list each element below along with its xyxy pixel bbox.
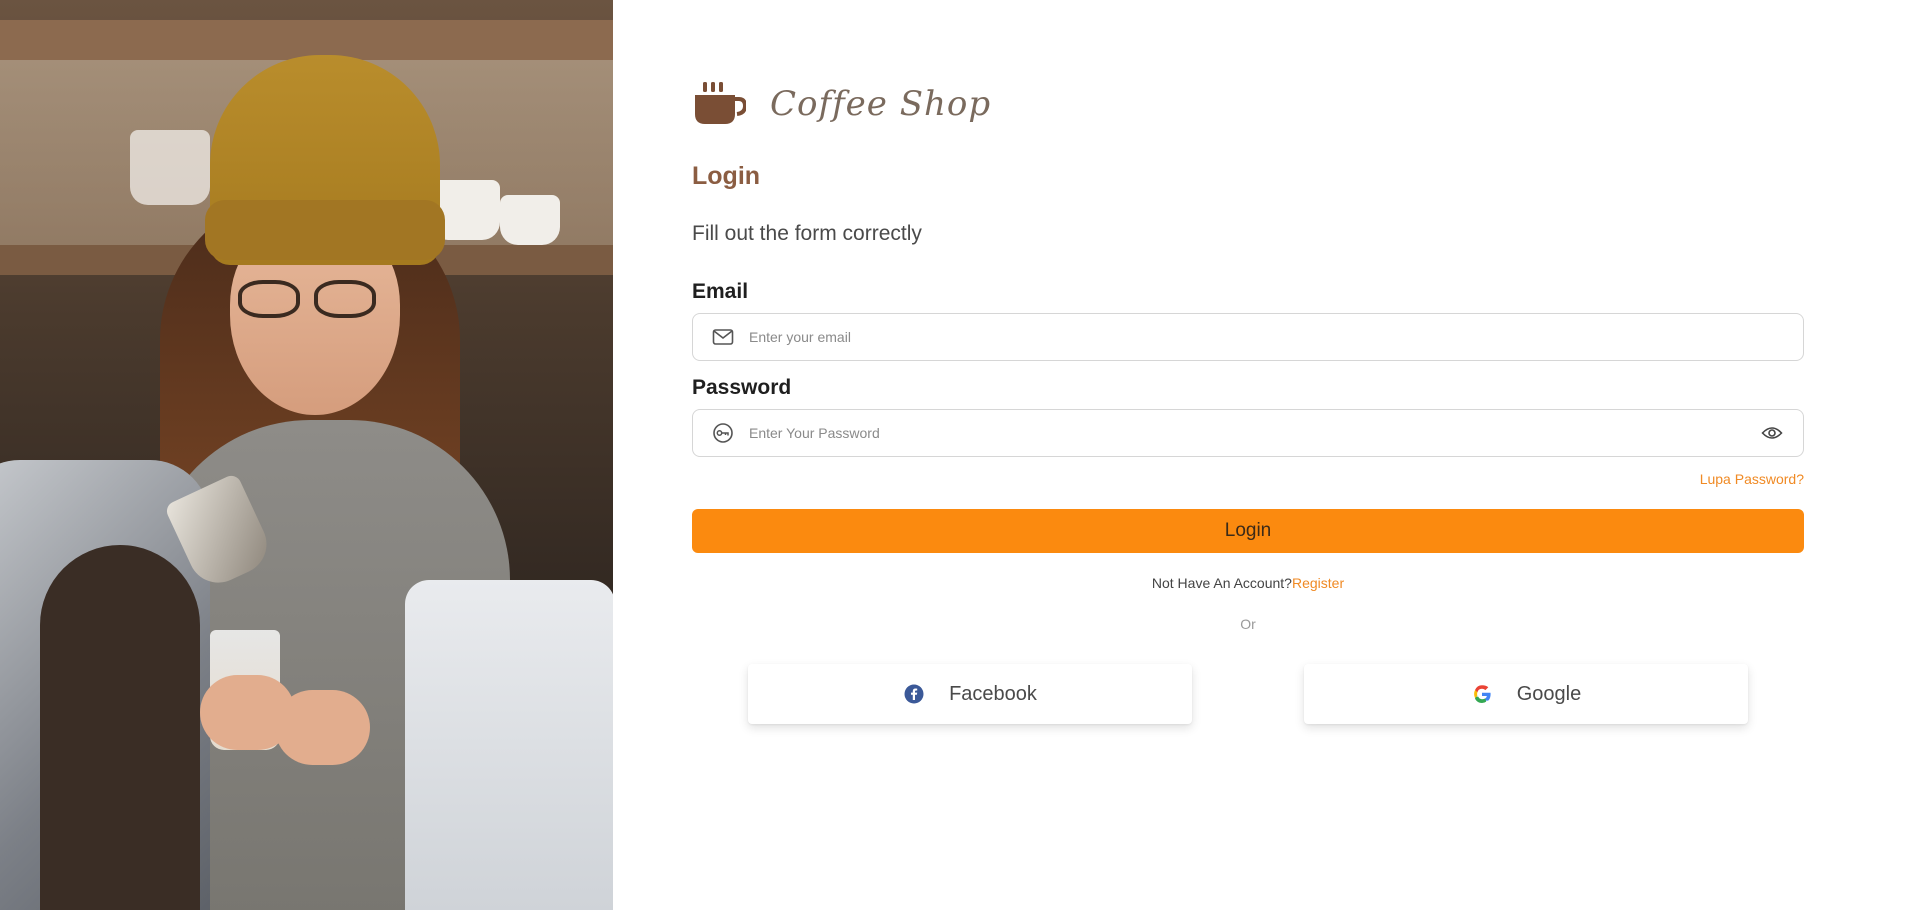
key-icon [711, 421, 735, 445]
facebook-icon [903, 683, 925, 705]
email-label: Email [692, 280, 749, 303]
background-cup [130, 130, 210, 205]
password-field-wrapper [692, 409, 1804, 457]
background-shelf [0, 20, 613, 60]
facebook-login-button[interactable]: Facebook [748, 664, 1192, 724]
password-label: Password [692, 376, 792, 399]
brand-name: Coffee Shop [770, 84, 992, 124]
background-cup [500, 195, 560, 245]
brand-logo: Coffee Shop [692, 80, 991, 128]
forgot-password-link[interactable]: Lupa Password? [1700, 471, 1804, 487]
foreground-object [405, 580, 613, 910]
password-input[interactable] [749, 425, 1759, 441]
or-divider: Or [1240, 616, 1256, 632]
no-account-text: Not Have An Account? [1151, 575, 1292, 591]
person-hand [275, 690, 370, 765]
register-link[interactable]: Register [1292, 575, 1344, 591]
person-beanie-cuff [205, 200, 445, 260]
email-field-wrapper [692, 313, 1804, 361]
facebook-label: Facebook [949, 682, 1037, 705]
mail-icon [711, 325, 735, 349]
google-label: Google [1516, 682, 1582, 705]
email-input[interactable] [749, 329, 1803, 345]
coffee-cup-icon [692, 80, 748, 128]
hero-image [0, 0, 613, 910]
person-glasses [238, 280, 388, 320]
google-login-button[interactable]: Google [1304, 664, 1748, 724]
register-prompt: Not Have An Account?Register [692, 575, 1804, 591]
espresso-machine-arch [40, 545, 200, 910]
login-panel: Coffee Shop Login Fill out the form corr… [613, 0, 1919, 910]
page-title: Login [692, 162, 761, 190]
eye-icon[interactable] [1759, 420, 1785, 446]
page-subtitle: Fill out the form correctly [692, 222, 922, 245]
login-button[interactable]: Login [692, 509, 1804, 553]
google-icon [1471, 683, 1493, 705]
